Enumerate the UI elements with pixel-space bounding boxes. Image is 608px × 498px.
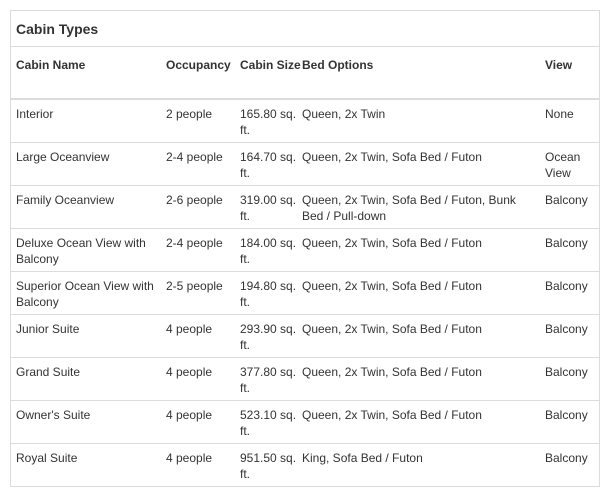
column-header-cabin-name: Cabin Name	[11, 47, 166, 100]
cell-cabin-size: 319.00 sq. ft.	[240, 185, 302, 229]
column-header-cabin-size: Cabin Size	[240, 47, 302, 100]
cell-bed-options: Queen, 2x Twin, Sofa Bed / Futon	[302, 314, 545, 358]
cell-view: Balcony	[545, 185, 599, 229]
column-header-bed-options: Bed Options	[302, 47, 545, 100]
table-row: Superior Ocean View with Balcony 2-5 peop…	[11, 271, 599, 315]
cell-occupancy: 4 people	[166, 450, 213, 465]
table-row: Interior 2 people 165.80 sq. ft. Queen, 2x …	[11, 99, 599, 143]
cell-bed-options: King, Sofa Bed / Futon	[302, 450, 423, 465]
cell-view: Balcony	[545, 228, 599, 272]
cell-bed-options: Queen, 2x Twin, Sofa Bed / Futon	[302, 400, 545, 444]
cabin-types-panel: Cabin Types Cabin Name Occupancy Cabin S…	[10, 10, 600, 487]
column-header-view: View	[545, 47, 599, 100]
cell-cabin-name: Royal Suite	[16, 450, 78, 465]
cell-cabin-size: 293.90 sq. ft.	[240, 314, 302, 358]
cell-cabin-size: 523.10 sq. ft.	[240, 400, 302, 444]
cell-cabin-name: Interior	[11, 99, 166, 143]
cell-cabin-size: 194.80 sq. ft.	[240, 271, 302, 315]
table-header-row: Cabin Name Occupancy Cabin Size Bed Opti…	[11, 47, 599, 100]
cell-bed-options: Queen, 2x Twin, Sofa Bed / Futon, Bunk B…	[302, 185, 545, 229]
table-row: Deluxe Ocean View with Balcony 2-4 people…	[11, 228, 599, 272]
cell-cabin-size: 377.80 sq. ft.	[240, 357, 302, 401]
cell-occupancy: 2-6 people	[166, 185, 240, 229]
cell-view: Balcony	[545, 357, 599, 401]
cell-occupancy: 2-5 people	[166, 271, 240, 315]
cell-bed-options: Queen, 2x Twin, Sofa Bed / Futon	[302, 357, 545, 401]
table-row: Owner's Suite 4 people 523.10 sq. ft. Queen…	[11, 400, 599, 444]
table-row: Family Oceanview 2-6 people 319.00 sq. ft.…	[11, 185, 599, 229]
cell-occupancy: 4 people	[166, 357, 240, 401]
table-row: Grand Suite 4 people 377.80 sq. ft. Queen, …	[11, 357, 599, 401]
cell-cabin-name: Superior Ocean View with Balcony	[11, 271, 166, 315]
cell-cabin-name: Grand Suite	[11, 357, 166, 401]
cell-cabin-name: Family Oceanview	[11, 185, 166, 229]
cell-cabin-size: 184.00 sq. ft.	[240, 228, 302, 272]
cell-cabin-name: Large Oceanview	[11, 142, 166, 186]
cell-cabin-name: Junior Suite	[11, 314, 166, 358]
cell-occupancy: 2-4 people	[166, 228, 240, 272]
panel-title: Cabin Types	[11, 11, 599, 47]
column-header-occupancy: Occupancy	[166, 47, 240, 100]
cell-bed-options: Queen, 2x Twin, Sofa Bed / Futon	[302, 228, 545, 272]
cell-view: Balcony	[545, 271, 599, 315]
cell-cabin-name: Deluxe Ocean View with Balcony	[11, 228, 166, 272]
cell-cabin-size: 951.50 sq. ft.	[240, 450, 297, 481]
cabin-types-table: Cabin Name Occupancy Cabin Size Bed Opti…	[11, 47, 599, 486]
cell-occupancy: 2 people	[166, 99, 240, 143]
cell-view: Ocean View	[545, 142, 599, 186]
cell-cabin-size: 164.70 sq. ft.	[240, 142, 302, 186]
cell-occupancy: 4 people	[166, 400, 240, 444]
table-row: Large Oceanview 2-4 people 164.70 sq. ft. Q…	[11, 142, 599, 186]
table-row: Junior Suite 4 people 293.90 sq. ft. Queen,…	[11, 314, 599, 358]
cell-occupancy: 2-4 people	[166, 142, 240, 186]
cell-bed-options: Queen, 2x Twin, Sofa Bed / Futon	[302, 271, 545, 315]
cell-cabin-size: 165.80 sq. ft.	[240, 99, 302, 143]
cell-cabin-name: Owner's Suite	[11, 400, 166, 444]
cell-view: Balcony	[545, 314, 599, 358]
cell-view: Balcony	[545, 450, 588, 465]
cell-occupancy: 4 people	[166, 314, 240, 358]
cell-view: Balcony	[545, 400, 599, 444]
cell-view: None	[545, 99, 599, 143]
table-row: Royal Suite 4 people 951.50 sq. ft. King, S…	[11, 443, 599, 486]
cell-bed-options: Queen, 2x Twin	[302, 99, 545, 143]
cell-bed-options: Queen, 2x Twin, Sofa Bed / Futon	[302, 142, 545, 186]
